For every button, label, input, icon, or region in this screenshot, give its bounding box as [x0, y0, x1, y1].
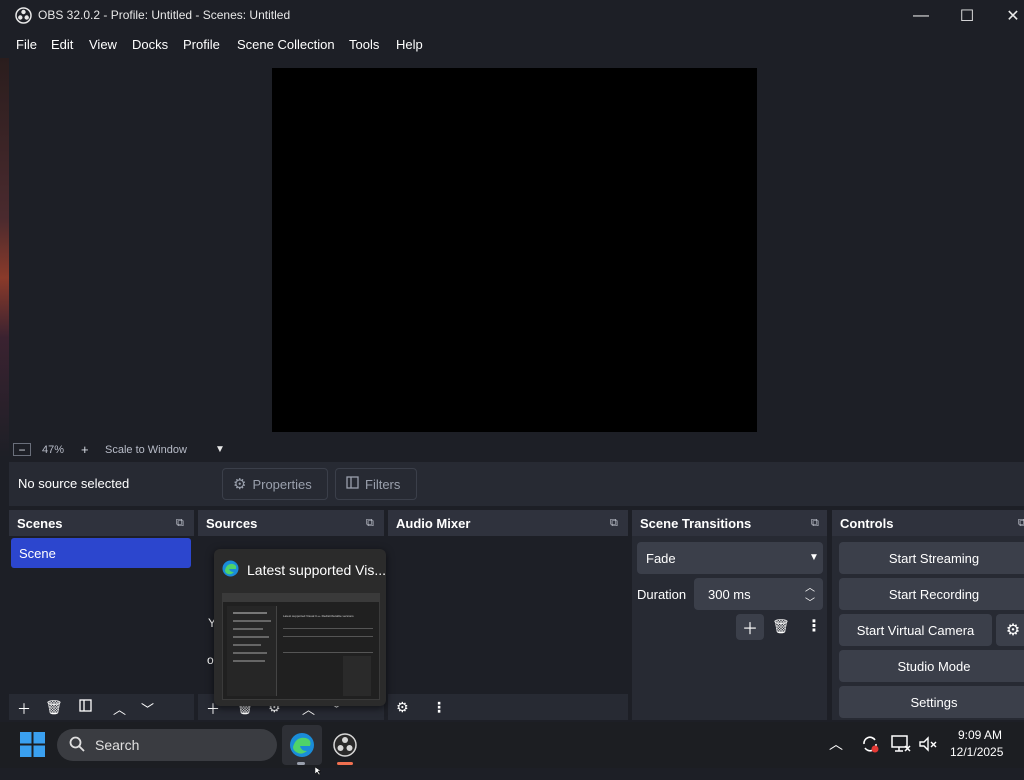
move-up-icon[interactable]: ︿ [113, 699, 126, 718]
gear-icon[interactable]: ⚙ [396, 699, 409, 716]
controls-title: Controls [832, 510, 1024, 536]
trash-icon[interactable]: 🗑 [772, 618, 790, 635]
mouse-cursor [314, 762, 323, 776]
menu-scene-collection[interactable]: Scene Collection [237, 37, 335, 52]
no-source-label: No source selected [18, 476, 130, 491]
start-streaming-button[interactable]: Start Streaming [839, 542, 1024, 574]
scenes-title: Scenes [9, 510, 194, 536]
menu-docks[interactable]: Docks [132, 37, 168, 52]
desktop-peek-left [0, 58, 9, 458]
windows-start-icon[interactable] [20, 732, 45, 757]
duration-value: 300 ms [708, 587, 751, 602]
move-down-icon[interactable]: ﹀ [141, 699, 154, 718]
context-bar: No source selected [9, 462, 1024, 506]
scene-transitions-title: Scene Transitions [632, 510, 827, 536]
audio-mixer-dock: Audio Mixer ⧉ ⚙ ⋮ [388, 510, 628, 720]
float-icon[interactable]: ⧉ [366, 517, 374, 530]
clock-time[interactable]: 9:09 AM [958, 728, 1002, 742]
minimize-button[interactable]: — [898, 0, 944, 31]
volume-muted-icon[interactable] [918, 735, 938, 753]
filters-button[interactable]: Filters [335, 468, 417, 500]
zoom-value: 47% [42, 444, 65, 456]
edge-icon [222, 560, 239, 577]
edge-icon [290, 733, 314, 757]
menu-file[interactable]: File [16, 37, 37, 52]
scene-transitions-dock: Scene Transitions ⧉ Fade ▼ Duration 300 … [632, 510, 827, 720]
chevron-down-icon[interactable]: ▼ [215, 444, 225, 455]
studio-mode-button[interactable]: Studio Mode [839, 650, 1024, 682]
scenes-toolbar: ＋ 🗑 ︿ ﹀ [9, 694, 194, 720]
thumbnail-title: Latest supported Vis... [247, 562, 387, 578]
settings-button[interactable]: Settings [839, 686, 1024, 718]
trash-icon[interactable]: 🗑 [45, 699, 63, 716]
sync-icon[interactable] [860, 734, 880, 754]
preview-canvas[interactable] [272, 68, 757, 432]
gear-icon: ⚙ [233, 476, 247, 493]
add-icon[interactable]: ＋ [17, 699, 31, 719]
audio-mixer-title: Audio Mixer [388, 510, 628, 536]
filters-label: Filters [365, 476, 401, 492]
transition-select[interactable]: Fade ▼ [637, 542, 823, 574]
menu-tools[interactable]: Tools [349, 37, 379, 52]
zoom-in-button[interactable]: + [81, 442, 89, 457]
search-icon [69, 736, 85, 755]
more-icon[interactable]: ⋮ [806, 616, 822, 636]
close-button[interactable]: ✕ [990, 0, 1024, 31]
properties-button[interactable]: ⚙ Properties [222, 468, 328, 500]
menu-view[interactable]: View [89, 37, 117, 52]
network-icon[interactable] [891, 735, 911, 753]
chevron-down-icon: ▼ [809, 552, 819, 563]
transition-selected: Fade [646, 551, 676, 566]
spin-down-icon[interactable]: ﹀ [805, 594, 815, 609]
scenes-dock: Scenes ⧉ Scene ＋ 🗑 ︿ ﹀ [9, 510, 194, 720]
add-transition-button[interactable]: ＋ [736, 614, 764, 640]
taskbar-search[interactable]: Search [57, 729, 277, 761]
taskbar-edge-button[interactable] [282, 725, 322, 765]
maximize-button[interactable]: ☐ [944, 0, 990, 31]
active-indicator [337, 762, 353, 765]
chevron-up-icon[interactable]: ︿ [829, 734, 843, 754]
float-icon[interactable]: ⧉ [610, 517, 618, 530]
scale-to-window-label[interactable]: Scale to Window [105, 444, 187, 456]
duration-label: Duration [637, 587, 687, 602]
more-icon[interactable]: ⋮ [432, 699, 446, 716]
clock-date[interactable]: 12/1/2025 [950, 745, 1003, 759]
sources-title: Sources [198, 510, 384, 536]
thumbnail-heading: Latest supported Visual C++ Redistributa… [283, 614, 354, 618]
float-icon[interactable]: ⧉ [176, 517, 184, 530]
zoom-out-button[interactable]: − [13, 443, 31, 457]
obs-icon [333, 733, 357, 757]
spin-up-icon[interactable]: ︿ [805, 579, 815, 594]
thumbnail-image: Latest supported Visual C++ Redistributa… [222, 593, 380, 700]
menu-help[interactable]: Help [396, 37, 423, 52]
scene-filters-icon[interactable] [79, 699, 92, 715]
scene-item[interactable]: Scene [11, 538, 191, 568]
search-placeholder: Search [95, 737, 140, 753]
title-bar: OBS 32.0.2 - Profile: Untitled - Scenes:… [0, 0, 1024, 31]
start-recording-button[interactable]: Start Recording [839, 578, 1024, 610]
duration-spinbox[interactable]: 300 ms ︿ ﹀ [694, 578, 823, 610]
obs-logo-icon [15, 7, 32, 24]
menu-edit[interactable]: Edit [51, 37, 73, 52]
virtual-camera-settings-button[interactable]: ⚙ [996, 614, 1024, 646]
window-title: OBS 32.0.2 - Profile: Untitled - Scenes:… [38, 8, 291, 22]
float-icon[interactable]: ⧉ [811, 517, 819, 530]
taskbar-obs-button[interactable] [325, 725, 365, 765]
window-preview-thumbnail[interactable]: Latest supported Vis... Latest supported… [214, 549, 386, 706]
properties-label: Properties [252, 476, 312, 492]
menu-profile[interactable]: Profile [183, 37, 220, 52]
filters-icon [346, 476, 359, 492]
partial-text: o [207, 653, 214, 667]
audio-mixer-toolbar: ⚙ ⋮ [388, 694, 628, 720]
running-indicator [297, 762, 305, 765]
start-virtual-camera-button[interactable]: Start Virtual Camera [839, 614, 992, 646]
float-icon[interactable]: ⧉ [1018, 517, 1024, 530]
zoom-bar: − 47% + Scale to Window ▼ [9, 442, 1024, 460]
menu-bar: File Edit View Docks Profile Scene Colle… [0, 31, 1024, 58]
scenes-list: Scene [9, 536, 194, 694]
audio-mixer-body [388, 536, 628, 694]
